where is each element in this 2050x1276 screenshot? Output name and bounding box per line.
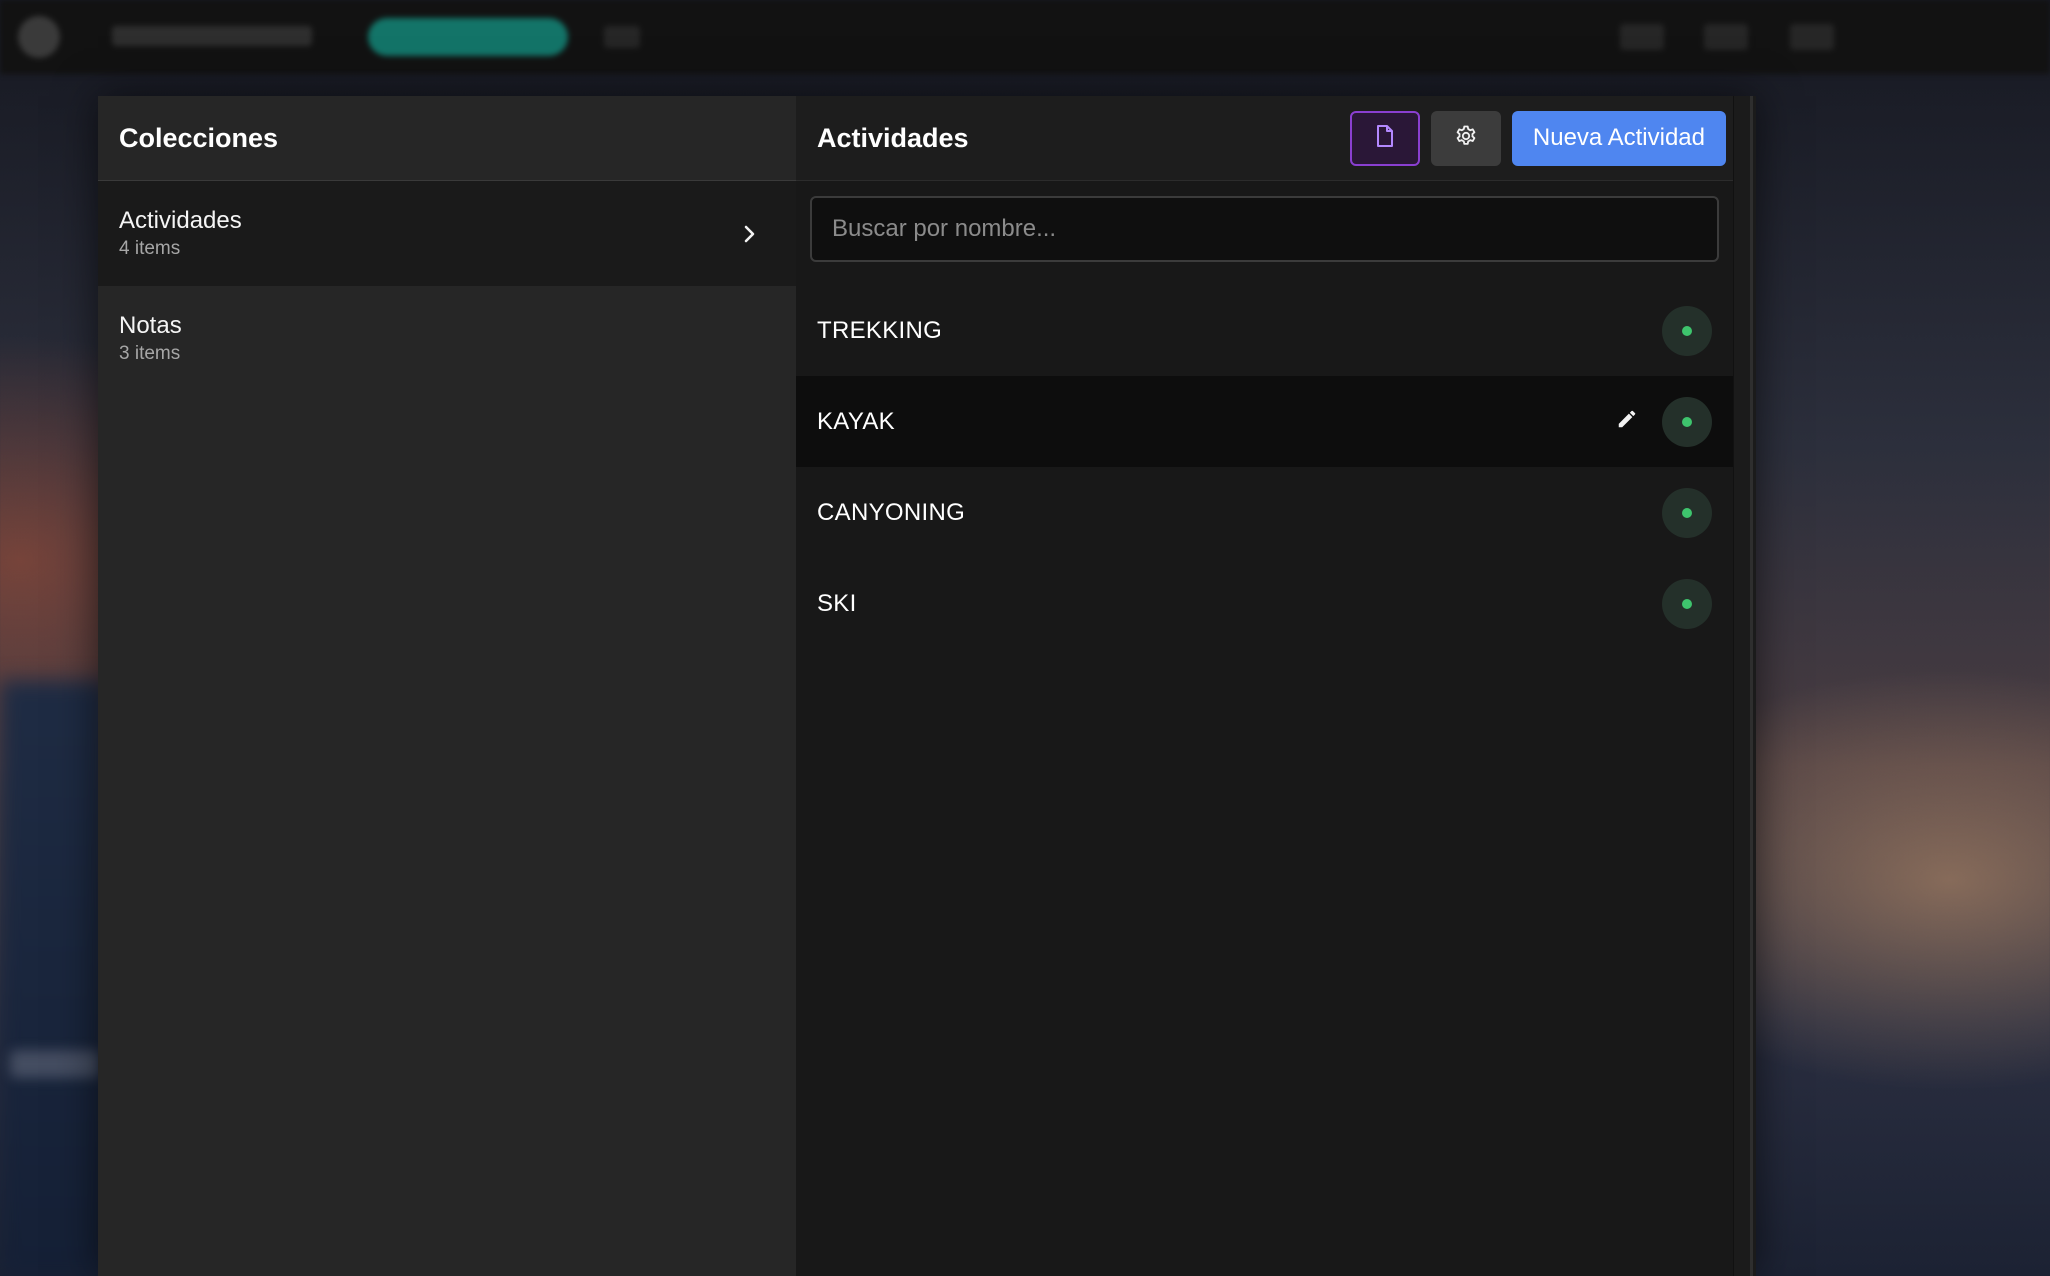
activity-name: CANYONING bbox=[817, 498, 966, 526]
collections-header: Colecciones bbox=[98, 96, 796, 181]
status-dot-icon bbox=[1682, 416, 1692, 427]
pencil-icon bbox=[1616, 408, 1638, 435]
edit-button[interactable] bbox=[1612, 407, 1642, 437]
status-dot-icon bbox=[1682, 507, 1692, 518]
collection-item-notas[interactable]: Notas 3 items bbox=[98, 286, 796, 391]
status-dot-icon bbox=[1682, 598, 1692, 609]
background-control bbox=[1620, 24, 1664, 50]
background-blur bbox=[0, 680, 110, 1276]
background-control bbox=[1790, 24, 1834, 50]
new-activity-button[interactable]: Nueva Actividad bbox=[1511, 110, 1726, 166]
collection-name: Actividades bbox=[119, 206, 242, 234]
background-title bbox=[112, 26, 312, 46]
activities-title: Actividades bbox=[817, 122, 969, 153]
activity-actions bbox=[1612, 396, 1712, 447]
activity-name: SKI bbox=[817, 589, 857, 617]
settings-button[interactable] bbox=[1430, 110, 1501, 166]
background-pill bbox=[368, 18, 568, 56]
activity-name: KAYAK bbox=[817, 407, 895, 435]
activity-list: TREKKING KAYAK CANYONING SKI bbox=[796, 285, 1733, 649]
status-toggle[interactable] bbox=[1662, 578, 1712, 629]
activity-item-canyoning[interactable]: CANYONING bbox=[796, 467, 1733, 558]
header-actions: Nueva Actividad bbox=[1349, 110, 1726, 166]
panel-scrollbar[interactable] bbox=[1733, 96, 1756, 1276]
collections-sidebar: Colecciones Actividades 4 items Notas 3 … bbox=[98, 96, 796, 1276]
collections-title: Colecciones bbox=[119, 122, 279, 153]
activity-actions bbox=[1662, 578, 1712, 629]
background-blur bbox=[10, 1050, 100, 1078]
scrollbar-track bbox=[1750, 96, 1753, 1276]
document-icon bbox=[1375, 124, 1395, 153]
search-input[interactable] bbox=[810, 196, 1719, 262]
activity-item-kayak[interactable]: KAYAK bbox=[796, 376, 1733, 467]
status-toggle[interactable] bbox=[1662, 396, 1712, 447]
activity-item-ski[interactable]: SKI bbox=[796, 558, 1733, 649]
gear-icon bbox=[1454, 124, 1478, 153]
status-toggle[interactable] bbox=[1662, 487, 1712, 538]
collection-count: 3 items bbox=[119, 342, 181, 364]
activity-name: TREKKING bbox=[817, 316, 943, 344]
document-button[interactable] bbox=[1349, 110, 1420, 166]
activity-actions bbox=[1662, 305, 1712, 356]
collection-name: Notas bbox=[119, 311, 182, 339]
collection-text: Actividades 4 items bbox=[119, 206, 242, 262]
background-logo bbox=[18, 16, 60, 58]
collection-text: Notas 3 items bbox=[119, 311, 182, 367]
collections-panel: Colecciones Actividades 4 items Notas 3 … bbox=[98, 96, 1756, 1276]
activities-pane: Actividades Nueva Actividad Buscar por n… bbox=[796, 96, 1733, 1276]
status-toggle[interactable] bbox=[1662, 305, 1712, 356]
background-control bbox=[1704, 24, 1748, 50]
search-container bbox=[796, 181, 1733, 277]
activity-actions bbox=[1662, 487, 1712, 538]
activities-header: Actividades Nueva Actividad bbox=[796, 96, 1733, 181]
background-top-bar bbox=[0, 0, 2050, 74]
background-control bbox=[604, 26, 640, 48]
collection-count: 4 items bbox=[119, 237, 181, 259]
activity-item-trekking[interactable]: TREKKING bbox=[796, 285, 1733, 376]
chevron-right-icon bbox=[740, 224, 760, 244]
status-dot-icon bbox=[1682, 325, 1692, 336]
collection-item-actividades[interactable]: Actividades 4 items bbox=[98, 181, 796, 286]
